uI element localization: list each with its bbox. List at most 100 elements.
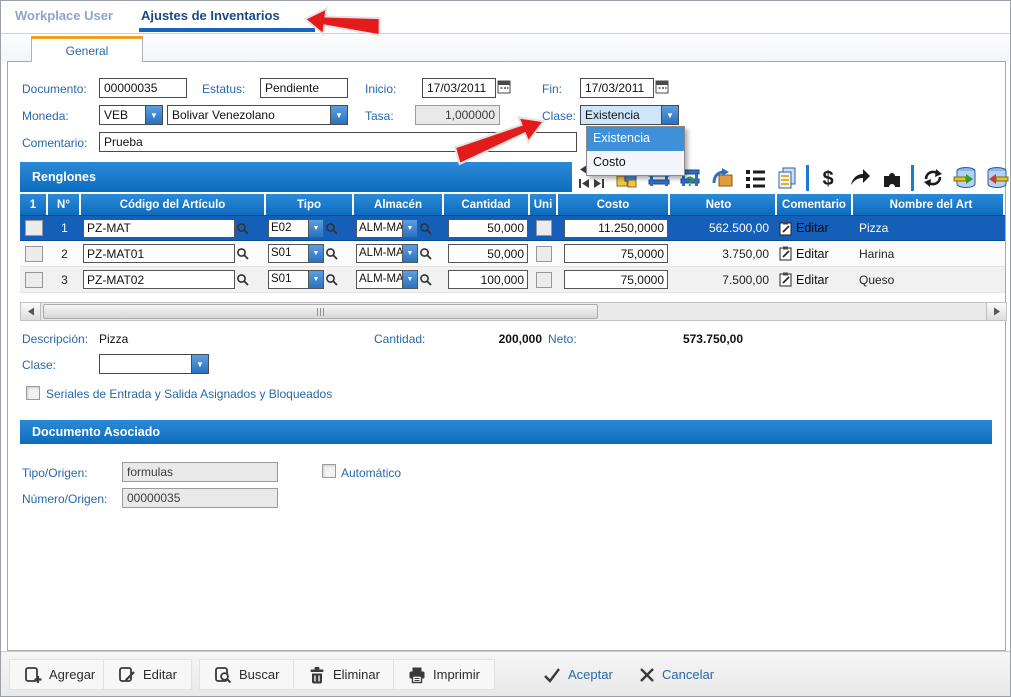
almacen-select[interactable]: ALM-MA▼	[356, 219, 418, 238]
tipo-select[interactable]: E02▼	[268, 219, 324, 238]
uni-cell[interactable]	[536, 246, 552, 262]
almacen-value: ALM-MA	[357, 271, 402, 288]
documento-input[interactable]	[99, 78, 187, 98]
clase-select[interactable]: Existencia ▼	[580, 105, 679, 125]
costo-input[interactable]	[564, 270, 668, 289]
chevron-down-icon[interactable]: ▼	[661, 106, 678, 124]
row-selector[interactable]	[25, 246, 43, 262]
search-icon[interactable]	[324, 273, 339, 286]
cancelar-button[interactable]: Cancelar	[625, 659, 728, 690]
aceptar-button[interactable]: Aceptar	[529, 659, 627, 690]
moneda-name-select[interactable]: Bolivar Venezolano ▼	[167, 105, 348, 125]
table-row[interactable]: 2 S01▼ ALM-MA▼ 3.750,00 Editar Harina	[20, 241, 1005, 267]
cantidad-input[interactable]	[448, 270, 528, 289]
estatus-input[interactable]	[260, 78, 348, 98]
tab-workplace-user[interactable]: Workplace User	[15, 8, 113, 23]
moneda-code-select[interactable]: VEB ▼	[99, 105, 163, 125]
search-icon[interactable]	[324, 222, 339, 235]
database-out-icon[interactable]	[984, 165, 1010, 191]
table-row[interactable]: 3 S01▼ ALM-MA▼ 7.500,00 Editar Queso	[20, 267, 1005, 293]
chevron-down-icon[interactable]: ▼	[191, 355, 208, 373]
fin-date-input[interactable]	[580, 78, 654, 98]
search-icon[interactable]	[235, 273, 250, 286]
subtab-strip	[1, 34, 1010, 61]
table-horizontal-scrollbar[interactable]	[20, 302, 1007, 321]
cantidad-total-value: 200,000	[468, 332, 542, 346]
editar-row-button[interactable]: Editar	[779, 272, 829, 287]
chevron-down-icon[interactable]: ▼	[308, 271, 323, 288]
table-row[interactable]: 1 E02▼ ALM-MA▼ 562.500,00 Editar Pizza	[20, 215, 1005, 241]
search-icon[interactable]	[235, 222, 250, 235]
chevron-down-icon[interactable]: ▼	[402, 220, 417, 237]
codigo-input[interactable]	[83, 219, 235, 238]
inicio-label: Inicio:	[365, 82, 396, 96]
chevron-down-icon[interactable]: ▼	[402, 271, 417, 288]
estatus-label: Estatus:	[202, 82, 245, 96]
editar-row-button[interactable]: Editar	[779, 246, 829, 261]
eliminar-label: Eliminar	[333, 667, 380, 682]
scrollbar-thumb[interactable]	[43, 304, 598, 319]
editar-row-button[interactable]: Editar	[779, 221, 829, 236]
editar-button[interactable]: Editar	[103, 659, 192, 690]
clase-dropdown-list: Existencia Costo	[586, 126, 685, 176]
agregar-button[interactable]: Agregar	[9, 659, 110, 690]
nav-first-icon[interactable]	[578, 178, 590, 189]
almacen-select[interactable]: ALM-MA▼	[356, 270, 418, 289]
clase-renglon-select[interactable]: ▼	[99, 354, 209, 374]
chevron-down-icon[interactable]: ▼	[402, 245, 417, 262]
clase-option-costo[interactable]: Costo	[587, 151, 684, 175]
tipo-select[interactable]: S01▼	[268, 270, 324, 289]
puzzle-icon[interactable]	[879, 165, 905, 191]
imprimir-label: Imprimir	[433, 667, 480, 682]
inicio-date-input[interactable]	[422, 78, 496, 98]
search-icon[interactable]	[418, 273, 433, 286]
chevron-down-icon[interactable]: ▼	[308, 220, 323, 237]
chevron-down-icon[interactable]: ▼	[145, 106, 162, 124]
row-selector[interactable]	[25, 272, 43, 288]
database-in-icon[interactable]	[952, 165, 978, 191]
chevron-down-icon[interactable]: ▼	[308, 245, 323, 262]
search-icon[interactable]	[324, 247, 339, 260]
list-icon[interactable]	[742, 165, 768, 191]
forward-arrow-icon[interactable]	[847, 165, 873, 191]
copy-documents-icon[interactable]	[774, 165, 800, 191]
uni-cell[interactable]	[536, 220, 552, 236]
fin-calendar-icon[interactable]	[655, 79, 670, 95]
imprimir-button[interactable]: Imprimir	[393, 659, 495, 690]
search-icon[interactable]	[235, 247, 250, 260]
scroll-left-button[interactable]	[21, 303, 41, 320]
eliminar-button[interactable]: Eliminar	[293, 659, 395, 690]
automatico-label: Automático	[341, 466, 401, 480]
seriales-checkbox[interactable]	[26, 386, 40, 400]
row-selector[interactable]	[25, 220, 43, 236]
nombre-value: Harina	[859, 247, 894, 261]
nav-last-icon[interactable]	[593, 178, 605, 189]
tipo-value: E02	[269, 220, 308, 237]
almacen-select[interactable]: ALM-MA▼	[356, 244, 418, 263]
documento-asociado-title: Documento Asociado	[32, 425, 160, 439]
search-icon[interactable]	[418, 247, 433, 260]
refresh-icon[interactable]	[920, 165, 946, 191]
cantidad-input[interactable]	[448, 244, 528, 263]
tipo-select[interactable]: S01▼	[268, 244, 324, 263]
costo-input[interactable]	[564, 244, 668, 263]
dollar-icon[interactable]: $	[815, 165, 841, 191]
tab-general[interactable]: General	[31, 36, 143, 62]
automatico-checkbox[interactable]	[322, 464, 336, 478]
buscar-button[interactable]: Buscar	[199, 659, 294, 690]
codigo-input[interactable]	[83, 270, 235, 289]
uni-cell[interactable]	[536, 272, 552, 288]
chevron-down-icon[interactable]: ▼	[330, 106, 347, 124]
tab-ajustes-de-inventarios[interactable]: Ajustes de Inventarios	[141, 8, 280, 23]
close-icon	[639, 667, 655, 683]
search-icon[interactable]	[418, 222, 433, 235]
inicio-calendar-icon[interactable]	[497, 79, 512, 95]
clase-option-existencia[interactable]: Existencia	[587, 127, 684, 151]
scroll-right-button[interactable]	[986, 303, 1006, 320]
costo-input[interactable]	[564, 219, 668, 238]
export-box-icon[interactable]	[710, 165, 736, 191]
cantidad-input[interactable]	[448, 219, 528, 238]
codigo-input[interactable]	[83, 244, 235, 263]
col-header-almacen: Almacén	[354, 194, 444, 215]
tasa-label: Tasa:	[365, 109, 394, 123]
